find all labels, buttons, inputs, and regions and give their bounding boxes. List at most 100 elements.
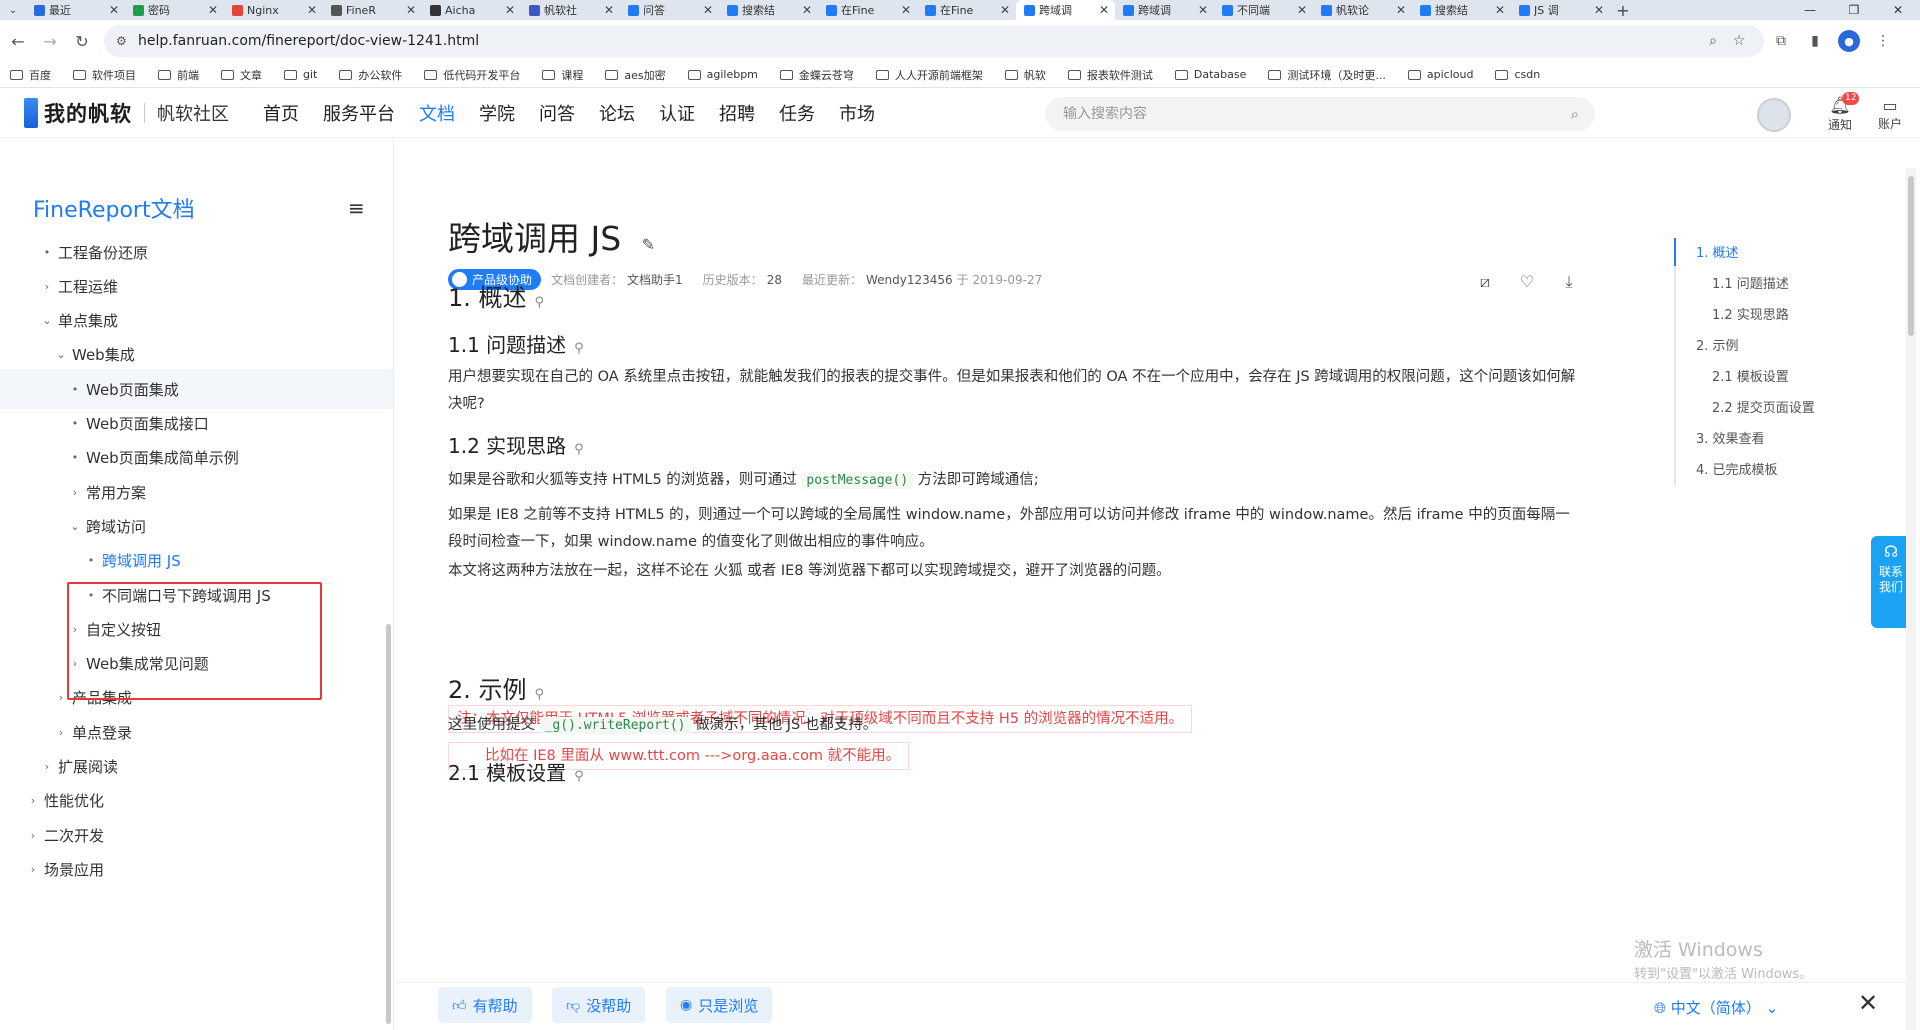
- tab-close-icon[interactable]: ✕: [1594, 3, 1604, 17]
- link-icon[interactable]: ⚲: [574, 442, 584, 457]
- nav-item[interactable]: 学院: [479, 100, 515, 126]
- nav-item[interactable]: 认证: [659, 100, 695, 126]
- bookmark-folder[interactable]: 低代码开发平台: [424, 67, 520, 83]
- toc-item[interactable]: 4. 已完成模板: [1676, 455, 1894, 486]
- just-browsing-button[interactable]: ◉ 只是浏览: [666, 987, 773, 1023]
- nav-item[interactable]: 任务: [779, 100, 815, 126]
- bookmark-folder[interactable]: 文章: [221, 67, 262, 83]
- site-info-icon[interactable]: ⚙: [116, 34, 138, 48]
- nav-item[interactable]: 首页: [263, 100, 299, 126]
- bookmark-folder[interactable]: 软件项目: [73, 67, 136, 83]
- sidepanel-icon[interactable]: ▮: [1798, 33, 1832, 49]
- bookmark-folder[interactable]: 课程: [542, 67, 583, 83]
- toc-item[interactable]: 3. 效果查看: [1676, 424, 1894, 455]
- edit-doc-icon[interactable]: ⧄: [1464, 272, 1506, 292]
- sidebar-scrollbar[interactable]: [386, 624, 391, 1024]
- browser-tab[interactable]: Nginx ✕: [224, 0, 323, 20]
- tab-close-icon[interactable]: ✕: [208, 3, 218, 17]
- notifications-button[interactable]: 🔔︎ 12 通知: [1820, 92, 1860, 133]
- browser-tab[interactable]: 搜索结 ✕: [1412, 0, 1511, 20]
- browser-tab[interactable]: 帆软社 ✕: [521, 0, 620, 20]
- minimize-icon[interactable]: —: [1788, 3, 1832, 17]
- link-icon[interactable]: ⚲: [535, 687, 545, 702]
- tab-close-icon[interactable]: ✕: [1099, 3, 1109, 17]
- new-tab-button[interactable]: +: [1610, 1, 1636, 20]
- browser-tab[interactable]: 跨域调 ✕: [1115, 0, 1214, 20]
- tab-close-icon[interactable]: ✕: [802, 3, 812, 17]
- nav-item[interactable]: 市场: [839, 100, 875, 126]
- reload-icon[interactable]: ↻: [68, 27, 96, 55]
- nav-item[interactable]: 服务平台: [323, 100, 395, 126]
- omnibox[interactable]: ⚙ help.fanruan.com/finereport/doc-view-1…: [104, 25, 1764, 57]
- tab-close-icon[interactable]: ✕: [703, 3, 713, 17]
- contact-us-button[interactable]: ☊ 联系我们: [1871, 536, 1911, 628]
- browser-menu-icon[interactable]: ⋮: [1866, 33, 1900, 49]
- browser-tab[interactable]: 在Fine ✕: [818, 0, 917, 20]
- link-icon[interactable]: ⚲: [535, 295, 545, 310]
- link-icon[interactable]: ⚲: [574, 341, 584, 356]
- community-link[interactable]: 帆软社区: [157, 100, 229, 126]
- close-window-icon[interactable]: ✕: [1876, 3, 1920, 17]
- menu-icon[interactable]: ≡: [348, 196, 365, 220]
- url-text[interactable]: help.fanruan.com/finereport/doc-view-124…: [138, 33, 1700, 49]
- toc-item[interactable]: 2.2 提交页面设置: [1676, 393, 1894, 424]
- toc-item[interactable]: 2. 示例: [1676, 331, 1894, 362]
- tab-close-icon[interactable]: ✕: [1396, 3, 1406, 17]
- browser-tab[interactable]: 搜索结 ✕: [719, 0, 818, 20]
- extensions-icon[interactable]: ⧉: [1764, 33, 1798, 49]
- bookmark-folder[interactable]: agilebpm: [687, 68, 758, 81]
- browser-tab[interactable]: 最近 ✕: [26, 0, 125, 20]
- browser-tab[interactable]: 密码 ✕: [125, 0, 224, 20]
- tab-close-icon[interactable]: ✕: [1000, 3, 1010, 17]
- browser-tab[interactable]: 帆软论 ✕: [1313, 0, 1412, 20]
- browser-tab[interactable]: FineR ✕: [323, 0, 422, 20]
- favorite-heart-icon[interactable]: ♡: [1506, 272, 1548, 292]
- bookmark-folder[interactable]: 百度: [10, 67, 51, 83]
- tab-close-icon[interactable]: ✕: [901, 3, 911, 17]
- toc-item[interactable]: 2.1 模板设置: [1676, 362, 1894, 393]
- search-icon[interactable]: ⌕: [1571, 105, 1579, 123]
- sidebar-item[interactable]: › 场景应用: [0, 849, 393, 889]
- nav-item[interactable]: 论坛: [599, 100, 635, 126]
- bookmark-folder[interactable]: Database: [1174, 68, 1246, 81]
- browser-tab[interactable]: 问答 ✕: [620, 0, 719, 20]
- toc-item[interactable]: 1.1 问题描述: [1676, 269, 1894, 300]
- back-icon[interactable]: ←: [4, 27, 32, 55]
- tab-close-icon[interactable]: ✕: [1297, 3, 1307, 17]
- bookmark-folder[interactable]: aes加密: [605, 67, 666, 83]
- bookmark-folder[interactable]: 前端: [158, 67, 199, 83]
- zoom-icon[interactable]: ⌕: [1700, 33, 1726, 49]
- tab-close-icon[interactable]: ✕: [1495, 3, 1505, 17]
- browser-tab[interactable]: Aicha ✕: [422, 0, 521, 20]
- assistant-avatar[interactable]: [1757, 98, 1791, 132]
- bookmark-folder[interactable]: csdn: [1495, 68, 1540, 81]
- bookmark-star-icon[interactable]: ☆: [1726, 33, 1752, 49]
- history-value[interactable]: 28: [767, 273, 782, 287]
- toc-item[interactable]: 1.2 实现思路: [1676, 300, 1894, 331]
- bookmark-folder[interactable]: 帆软: [1004, 67, 1046, 83]
- bookmark-folder[interactable]: apicloud: [1407, 68, 1473, 81]
- account-button[interactable]: ▭ 账户: [1870, 96, 1910, 132]
- close-icon[interactable]: ✕: [1858, 989, 1878, 1017]
- bookmark-folder[interactable]: git: [284, 68, 317, 81]
- restore-icon[interactable]: ❐: [1832, 3, 1876, 17]
- bookmark-folder[interactable]: 办公软件: [339, 67, 402, 83]
- forward-icon[interactable]: →: [36, 27, 64, 55]
- browser-tab[interactable]: 不同端 ✕: [1214, 0, 1313, 20]
- bookmark-folder[interactable]: 报表软件测试: [1067, 67, 1153, 83]
- page-scrollbar-thumb[interactable]: [1908, 176, 1914, 336]
- site-logo[interactable]: 我的帆软: [24, 97, 132, 128]
- tab-close-icon[interactable]: ✕: [109, 3, 119, 17]
- link-icon[interactable]: ⚲: [574, 769, 584, 784]
- sidebar-title[interactable]: FineReport文档: [33, 192, 195, 224]
- helpful-button[interactable]: 👍︎ 有帮助: [438, 987, 532, 1023]
- tab-search-icon[interactable]: ⌄: [0, 0, 26, 20]
- browser-tab[interactable]: 在Fine ✕: [917, 0, 1016, 20]
- nav-item[interactable]: 招聘: [719, 100, 755, 126]
- download-icon[interactable]: ⤓: [1548, 272, 1590, 292]
- bookmark-folder[interactable]: 金蝶云苍穹: [779, 67, 854, 83]
- tab-close-icon[interactable]: ✕: [1198, 3, 1208, 17]
- edit-icon[interactable]: ✎: [642, 235, 655, 254]
- tab-close-icon[interactable]: ✕: [505, 3, 515, 17]
- browser-tab[interactable]: JS 调 ✕: [1511, 0, 1610, 20]
